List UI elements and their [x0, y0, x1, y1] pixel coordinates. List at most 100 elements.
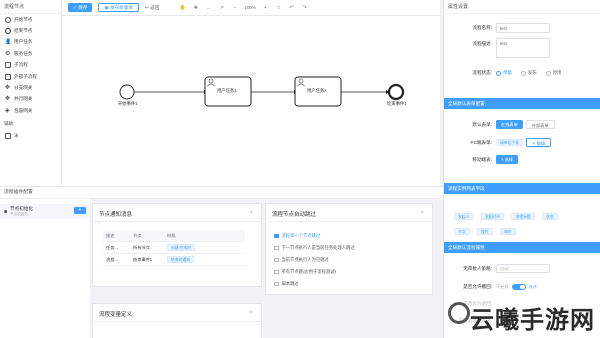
skip-option[interactable]: 流程第一个节点跳过	[274, 233, 320, 239]
name-label: 流程名称:	[472, 25, 492, 30]
space-icon[interactable]: ↔	[205, 5, 212, 11]
table-cell: 流程...	[106, 256, 118, 262]
palette-item-call-activity[interactable]: 外部子流程	[0, 71, 61, 82]
save-button[interactable]: ✓ 保存	[68, 3, 93, 12]
checkbox	[274, 269, 279, 275]
zoom-out-icon[interactable]: −	[231, 5, 238, 11]
process-vars-card: 流程变量定义 ×	[92, 303, 262, 338]
call-activity-icon	[5, 73, 11, 80]
pc-form-edit-button[interactable]: ✎ 编辑	[525, 138, 552, 147]
palette-item-start[interactable]: 开始节点	[0, 14, 61, 25]
palette-item-end[interactable]: 结束节点	[0, 25, 61, 36]
field-tag[interactable]: 耗时	[500, 228, 516, 235]
skip-option[interactable]: 当前节点执行人为空跳过	[274, 257, 329, 263]
mobile-form-select-button[interactable]: + 选择	[496, 155, 518, 164]
close-icon[interactable]: ×	[250, 210, 253, 216]
palette-aux-title: 辅助	[4, 120, 14, 126]
online-form-button[interactable]: 在线表单	[496, 120, 523, 129]
skip-option[interactable]: 所有节点跳过(用于流程测试)	[274, 269, 336, 275]
redo-icon[interactable]: ↷	[301, 5, 308, 11]
end-event-label: 结束事件1	[387, 101, 407, 106]
section-instance-fields[interactable]: 流程实例列表字段	[444, 183, 600, 194]
desc-label: 流程描述:	[472, 41, 492, 46]
bpmn-canvas[interactable]: 开始事件1 用户任务1 用户任务2 结束事件1	[62, 16, 440, 186]
end-event[interactable]	[387, 83, 405, 101]
node-palette: 流程节点 开始节点 结束节点 👤 用户任务 ⚙ 服务任务 子流程 外部子流程 ✥ 分支…	[0, 0, 62, 186]
field-tag[interactable]: 操作	[477, 228, 493, 235]
plugin-panel-title: 流程插件配置	[0, 187, 443, 199]
checkbox	[274, 245, 279, 251]
palette-item-pool[interactable]: 泳	[0, 131, 61, 142]
palette-item-user-task[interactable]: 👤 用户任务	[0, 37, 61, 48]
default-form-label: 默认表单:	[472, 121, 492, 127]
zoom-in-icon[interactable]: +	[262, 5, 269, 11]
process-desc-textarea[interactable]: test	[496, 38, 550, 58]
field-tag[interactable]: 节点	[454, 228, 470, 235]
section-default-form[interactable]: 全局默认表单配置	[444, 98, 600, 109]
start-event-icon	[5, 16, 11, 23]
subprocess-icon	[5, 62, 11, 69]
close-icon[interactable]: ×	[250, 310, 253, 316]
col-header: 描述	[106, 232, 115, 238]
external-form-button[interactable]: 外部表单	[525, 120, 555, 129]
start-event[interactable]	[119, 84, 135, 100]
process-name-input[interactable]: test	[496, 23, 550, 33]
plugin-panel: 流程插件配置 ■ 节点初始化 节点初始化 + 节点通知消息 × 描述 节点 时机	[0, 186, 443, 338]
status-radio-draft[interactable]: 草稿	[496, 70, 512, 76]
withdraw-on-label: 允许	[528, 284, 537, 289]
user-task-2-label: 用户任务2	[307, 88, 327, 93]
table-row[interactable]: 任务... 所有节点 创建/完成时	[103, 242, 245, 254]
field-tag[interactable]: 发起人	[454, 213, 474, 220]
field-tag[interactable]: 流程标题	[511, 213, 535, 220]
watermark-text: 云曦手游网	[470, 306, 595, 334]
add-plugin-button[interactable]: +	[74, 207, 86, 214]
skip-option[interactable]: 脚本跳过	[274, 281, 299, 287]
instance-field-tags-2: 节点 操作 耗时	[454, 220, 594, 238]
pc-form-tag[interactable]: 请单位子表	[496, 139, 523, 146]
node-notify-title: 节点通知消息	[93, 204, 261, 222]
palette-item-inclusive-gateway[interactable]: ◈ 包容网关	[0, 105, 61, 116]
exclusive-gateway-icon: ✥	[5, 85, 11, 92]
close-icon[interactable]: ×	[421, 210, 424, 216]
no-handler-label: 无审批人策略:	[463, 265, 492, 271]
allow-withdraw-switch[interactable]	[511, 284, 526, 290]
palette-item-service-task[interactable]: ⚙ 服务任务	[0, 48, 61, 59]
back-button[interactable]: ↩ 返回	[145, 5, 159, 11]
toolbar: ✓ 保存 ▣ 发布新版本 ↩ 返回 ✋ ✚ ↔ ↗ − 100% + □ ↶ ↷	[62, 0, 440, 16]
lasso-icon[interactable]: ✚	[192, 5, 199, 11]
pc-form-row: PC端表单: 请单位子表 ✎ 编辑	[444, 138, 600, 147]
section-process-props[interactable]: 全局默认流程属性	[444, 242, 600, 253]
table-cell: 结束时通知	[167, 256, 245, 263]
process-vars-title: 流程变量定义	[93, 304, 261, 322]
parallel-gateway-icon: ✥	[5, 96, 11, 103]
start-event-label: 开始事件1	[118, 101, 138, 106]
timing-tag: 结束时通知	[167, 256, 194, 263]
status-label: 流程状态:	[472, 70, 492, 75]
status-radio-disable[interactable]: 停用	[545, 70, 561, 76]
mobile-form-label: 移动端表:	[472, 156, 492, 162]
user-task-1-label: 用户任务1	[217, 88, 237, 93]
default-form-row: 默认表单: 在线表单 外部表单	[444, 120, 600, 129]
hand-icon[interactable]: ✋	[179, 5, 186, 11]
connect-icon[interactable]: ↗	[218, 5, 225, 11]
field-tag[interactable]: 状态	[542, 213, 558, 220]
skip-option[interactable]: 下一节点执行人是当前任务处理人跳过	[274, 245, 355, 251]
no-handler-select[interactable]: 自动	[496, 264, 550, 273]
palette-item-subprocess[interactable]: 子流程	[0, 60, 61, 71]
end-event-icon	[5, 28, 11, 35]
palette-item-parallel-gateway[interactable]: ✥ 并行网关	[0, 94, 61, 105]
fit-icon[interactable]: □	[275, 5, 282, 11]
withdraw-off-label: 不允许	[496, 284, 509, 289]
service-task-icon: ⚙	[5, 50, 11, 57]
undo-icon[interactable]: ↶	[288, 5, 295, 11]
publish-button[interactable]: ▣ 发布新版本	[98, 3, 139, 12]
radio-dot	[520, 70, 526, 76]
status-radio-publish[interactable]: 发布	[520, 70, 537, 76]
table-row[interactable]: 流程... 结束事件1 结束时通知	[103, 254, 245, 266]
palette-item-exclusive-gateway[interactable]: ✥ 分支网关	[0, 82, 61, 93]
col-header: 节点	[133, 232, 142, 238]
radio-dot	[545, 70, 551, 76]
table-header: 描述 节点 时机	[103, 230, 245, 242]
field-tag[interactable]: 发起时间	[480, 213, 505, 220]
properties-title: 属性设置	[444, 0, 600, 14]
